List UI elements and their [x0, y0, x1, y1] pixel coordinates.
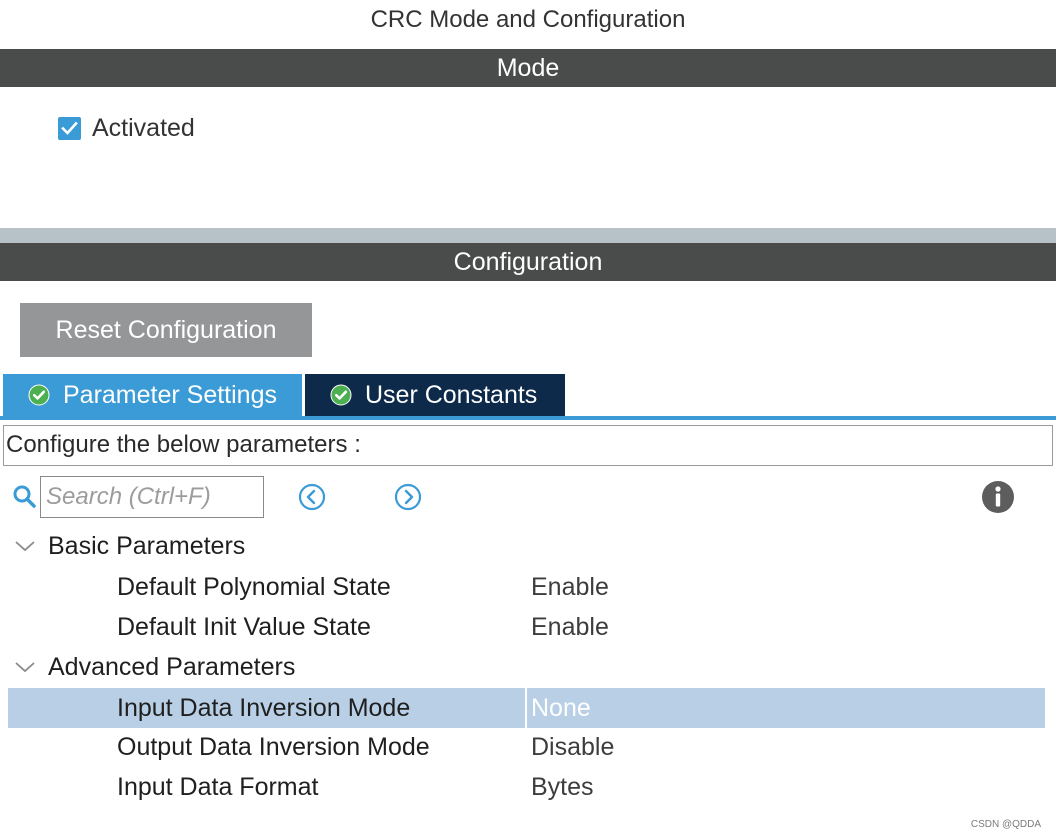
tab-label: User Constants: [365, 380, 538, 409]
param-value[interactable]: Bytes: [531, 767, 594, 807]
watermark: CSDN @QDDA: [970, 819, 1041, 830]
activated-option[interactable]: Activated: [58, 113, 195, 143]
search-icon: [12, 484, 38, 510]
group-label: Basic Parameters: [48, 531, 246, 560]
section-divider[interactable]: [0, 228, 1056, 243]
window-title: CRC Mode and Configuration: [370, 6, 686, 33]
column-separator: [525, 688, 527, 728]
activated-checkbox[interactable]: [58, 116, 81, 140]
tab-underline: [0, 416, 1056, 420]
param-row-input-data-inversion-mode[interactable]: Input Data Inversion Mode None: [8, 688, 1045, 728]
param-row-default-init-value-state[interactable]: Default Init Value State Enable: [8, 607, 1045, 647]
group-label: Advanced Parameters: [48, 652, 296, 681]
param-name: Default Polynomial State: [117, 573, 391, 601]
check-circle-icon: [330, 384, 352, 406]
param-row-default-polynomial-state[interactable]: Default Polynomial State Enable: [8, 567, 1045, 607]
param-value[interactable]: Enable: [531, 567, 609, 607]
param-row-output-data-inversion-mode[interactable]: Output Data Inversion Mode Disable: [8, 727, 1045, 767]
check-circle-icon: [28, 384, 50, 406]
param-name: Input Data Inversion Mode: [117, 694, 411, 722]
chevron-down-icon: [15, 541, 35, 552]
parameters-description: Configure the below parameters :: [3, 425, 1053, 466]
next-result-icon[interactable]: [393, 482, 423, 512]
param-row-input-data-format[interactable]: Input Data Format Bytes: [8, 767, 1045, 807]
param-name: Output Data Inversion Mode: [117, 733, 430, 761]
group-basic-parameters[interactable]: Basic Parameters: [8, 526, 245, 566]
tab-label: Parameter Settings: [63, 380, 277, 409]
reset-configuration-button[interactable]: Reset Configuration: [20, 303, 312, 357]
param-value[interactable]: Enable: [531, 607, 609, 647]
chevron-down-icon: [15, 662, 35, 673]
param-value[interactable]: Disable: [531, 727, 614, 767]
checkmark-icon: [61, 121, 78, 135]
activated-label: Activated: [92, 113, 195, 142]
config-tabs: Parameter Settings User Constants: [3, 374, 565, 416]
configuration-section-header: Configuration: [0, 243, 1056, 281]
param-value[interactable]: None: [531, 688, 591, 728]
tab-user-constants[interactable]: User Constants: [305, 374, 565, 416]
param-name: Default Init Value State: [117, 613, 371, 641]
search-input[interactable]: [40, 476, 264, 518]
tab-parameter-settings[interactable]: Parameter Settings: [3, 374, 302, 416]
group-advanced-parameters[interactable]: Advanced Parameters: [8, 647, 295, 687]
info-icon[interactable]: [981, 480, 1015, 514]
param-name: Input Data Format: [117, 773, 319, 801]
previous-result-icon[interactable]: [297, 482, 327, 512]
mode-section-header: Mode: [0, 49, 1056, 87]
